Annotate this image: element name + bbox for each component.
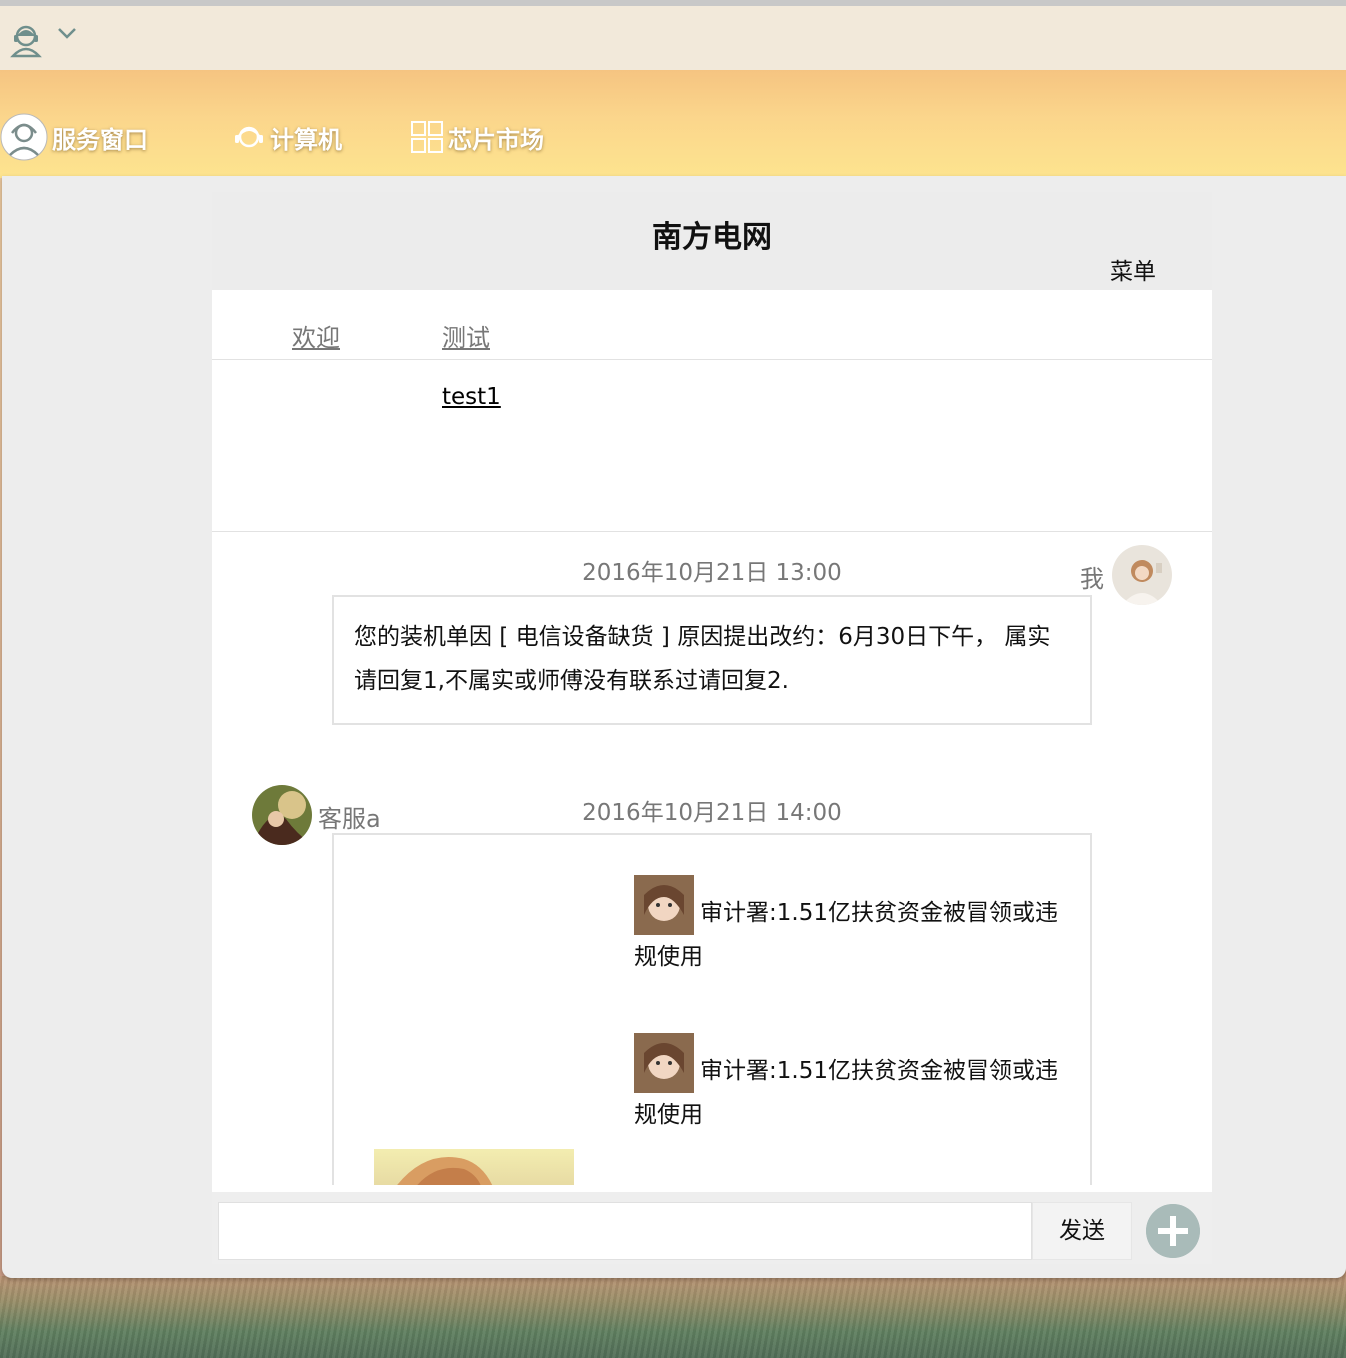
chat-log[interactable]: 2016年10月21日 13:00 我 您的装机单因 [ 电信设备缺货 ] 原因… <box>212 533 1212 1185</box>
nav-item-chip-market[interactable]: 芯片市场 <box>410 114 544 160</box>
sender-name: 我 <box>1080 565 1104 593</box>
sender-name: 客服a <box>318 805 381 833</box>
nav-item-label: 服务窗口 <box>52 125 148 154</box>
nav-item-label: 计算机 <box>270 125 342 154</box>
title-bar <box>0 0 1346 70</box>
image-attachment[interactable] <box>374 1149 574 1185</box>
chevron-down-icon[interactable] <box>56 22 78 44</box>
tab-test[interactable]: 测试 <box>442 318 490 353</box>
chat-column: 南方电网 菜单 欢迎 测试 test1 2016年10月21日 13:00 我 <box>212 192 1212 1264</box>
main-panel: 南方电网 菜单 欢迎 测试 test1 2016年10月21日 13:00 我 <box>2 176 1346 1278</box>
plus-circle-icon[interactable] <box>1146 1204 1200 1258</box>
message-text: 您的装机单因 [ 电信设备缺货 ] 原因提出改约：6月30日下午， 属实请回复1… <box>354 624 1051 694</box>
page-title: 南方电网 <box>652 220 772 255</box>
submenu-area: test1 <box>212 360 1212 532</box>
nav-item-service-window[interactable]: 服务窗口 <box>0 113 148 161</box>
headset-agent-icon <box>0 113 48 161</box>
nav-bar: 服务窗口 计算机 芯片市场 <box>0 70 1346 178</box>
headset-icon <box>235 126 263 148</box>
nav-item-computer[interactable]: 计算机 <box>232 114 342 160</box>
tab-bar: 欢迎 测试 <box>212 290 1212 360</box>
avatar[interactable] <box>1112 545 1172 605</box>
message-input[interactable] <box>218 1202 1032 1260</box>
nav-item-label: 芯片市场 <box>448 125 544 154</box>
grid-icon <box>411 121 443 153</box>
desktop-background <box>0 1270 1346 1358</box>
page-header: 南方电网 菜单 <box>212 192 1212 290</box>
news-thumbnail <box>634 1033 694 1093</box>
message-bubble: 审计署:1.51亿扶贫资金被冒领或违规使用 审计署:1.51亿扶贫资金被冒领或违… <box>332 833 1092 1185</box>
news-thumbnail <box>634 875 694 935</box>
news-item[interactable]: 审计署:1.51亿扶贫资金被冒领或违规使用 <box>634 1033 1074 1137</box>
customer-service-agent-icon[interactable] <box>8 22 44 58</box>
composer: 发送 <box>212 1192 1212 1264</box>
send-button[interactable]: 发送 <box>1032 1202 1132 1260</box>
message-bubble: 您的装机单因 [ 电信设备缺货 ] 原因提出改约：6月30日下午， 属实请回复1… <box>332 595 1092 725</box>
avatar[interactable] <box>252 785 312 845</box>
menu-button[interactable]: 菜单 <box>1110 252 1156 286</box>
news-title: 审计署:1.51亿扶贫资金被冒领或违规使用 <box>634 900 1058 970</box>
news-item[interactable]: 审计署:1.51亿扶贫资金被冒领或违规使用 <box>634 875 1074 979</box>
news-title: 审计署:1.51亿扶贫资金被冒领或违规使用 <box>634 1058 1058 1128</box>
message-timestamp: 2016年10月21日 13:00 <box>582 560 842 586</box>
submenu-item-test1[interactable]: test1 <box>442 384 501 410</box>
tab-welcome[interactable]: 欢迎 <box>292 318 340 353</box>
